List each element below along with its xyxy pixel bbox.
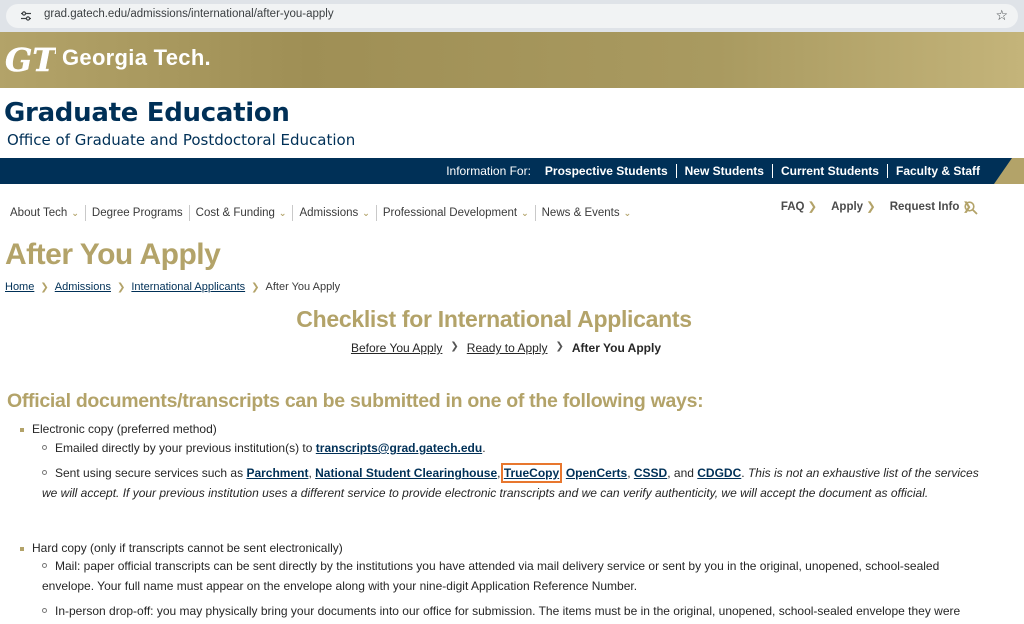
dropoff-text: In-person drop-off: you may physically b… <box>55 604 961 618</box>
util-label: FAQ <box>780 201 805 213</box>
nav-item-degree-programs[interactable]: Degree Programs <box>84 205 189 221</box>
parchment-link[interactable]: Parchment <box>246 466 308 480</box>
services-prefix-text: Sent using secure services such as <box>55 466 247 480</box>
nav-item-professional-development[interactable]: Professional Development ⌄ <box>375 205 535 221</box>
checklist-title: Checklist for International Applicants <box>296 306 692 332</box>
georgia-tech-wordmark[interactable]: Georgia Tech. <box>62 45 211 71</box>
nav-label: About Tech <box>10 207 68 219</box>
utility-nav: FAQ ❯ Apply ❯ Request Info ❯ <box>767 199 972 213</box>
url-text[interactable]: grad.gatech.edu/admissions/international… <box>44 8 334 20</box>
audience-link-current-students[interactable]: Current Students <box>771 164 887 178</box>
checklist-step-ready-to-apply[interactable]: Ready to Apply <box>467 341 548 355</box>
util-label: Request Info <box>889 201 960 213</box>
list-item-electronic-copy: Electronic copy (preferred method) <box>20 422 217 436</box>
site-settings-icon[interactable] <box>20 10 32 22</box>
util-link-request-info[interactable]: Request Info ❯ <box>890 199 972 213</box>
chevron-right-icon: ❯ <box>807 201 818 213</box>
audience-link-prospective-students[interactable]: Prospective Students <box>545 164 676 178</box>
site-subtitle: Office of Graduate and Postdoctoral Educ… <box>7 131 356 149</box>
breadcrumb-separator-icon: ❯ <box>40 281 49 293</box>
checklist-step-after-you-apply: After You Apply <box>571 341 662 355</box>
breadcrumb-separator-icon: ❯ <box>251 281 260 293</box>
information-for-label: Information For: <box>446 164 531 178</box>
address-bar[interactable]: grad.gatech.edu/admissions/international… <box>6 4 1018 28</box>
gt-banner: GT Georgia Tech. <box>0 32 1024 88</box>
cdgdc-link[interactable]: CDGDC <box>697 466 741 480</box>
chevron-right-icon: ❯ <box>866 201 876 213</box>
search-icon[interactable] <box>964 201 978 215</box>
chevron-right-icon: ❯ <box>450 341 459 352</box>
list-item-hard-copy: Hard copy (only if transcripts cannot be… <box>20 541 343 555</box>
cssd-link[interactable]: CSSD <box>634 466 667 480</box>
list-item-label: Electronic copy (preferred method) <box>32 422 217 436</box>
nav-label: Degree Programs <box>91 207 183 219</box>
bookmark-star-icon[interactable]: ☆ <box>995 7 1008 24</box>
sub-item-mail: Mail: paper official transcripts can be … <box>42 557 992 596</box>
util-label: Apply <box>831 201 864 213</box>
national-student-clearinghouse-link[interactable]: National Student Clearinghouse <box>315 466 497 480</box>
nav-item-admissions[interactable]: Admissions ⌄ <box>292 205 375 221</box>
email-prefix-text: Emailed directly by your previous instit… <box>55 441 316 455</box>
audience-link-faculty-staff[interactable]: Faculty & Staff <box>886 164 988 178</box>
nav-item-news-events[interactable]: News & Events ⌄ <box>534 205 638 221</box>
page-title: After You Apply <box>5 238 221 271</box>
chevron-down-icon: ⌄ <box>278 208 287 218</box>
gt-logo-icon[interactable]: GT <box>4 43 56 77</box>
breadcrumb: Home ❯ Admissions ❯ International Applic… <box>5 281 340 293</box>
sub-item-secure-services: Sent using secure services such as Parch… <box>42 463 979 500</box>
breadcrumb-international-applicants[interactable]: International Applicants <box>131 281 245 293</box>
bullet-icon <box>20 546 24 551</box>
breadcrumb-separator-icon: ❯ <box>116 281 126 293</box>
util-link-faq[interactable]: FAQ ❯ <box>781 199 817 213</box>
breadcrumb-current: After You Apply <box>265 281 341 293</box>
site-title[interactable]: Graduate Education <box>4 98 290 128</box>
nav-item-about-tech[interactable]: About Tech ⌄ <box>4 205 85 221</box>
browser-toolbar: grad.gatech.edu/admissions/international… <box>0 0 1024 32</box>
circle-bullet-icon <box>42 470 47 476</box>
chevron-down-icon: ⌄ <box>623 208 632 218</box>
circle-bullet-icon <box>42 563 47 569</box>
services-and-text: and <box>673 466 694 480</box>
nav-label: News & Events <box>541 207 620 219</box>
truecopy-link[interactable]: TrueCopy <box>500 463 563 483</box>
sub-item-dropoff: In-person drop-off: you may physically b… <box>42 602 992 622</box>
bullet-icon <box>20 427 24 432</box>
nav-item-cost-funding[interactable]: Cost & Funding ⌄ <box>188 205 293 221</box>
sub-item-emailed: Emailed directly by your previous instit… <box>42 439 992 459</box>
mail-text: Mail: paper official transcripts can be … <box>42 559 940 593</box>
email-suffix-text: . <box>482 441 486 455</box>
audience-link-new-students[interactable]: New Students <box>675 164 772 178</box>
nav-label: Professional Development <box>382 207 518 219</box>
chevron-right-icon: ❯ <box>555 341 564 352</box>
list-item-label: Hard copy (only if transcripts cannot be… <box>32 541 343 555</box>
nav-label: Admissions <box>299 207 359 219</box>
opencerts-link[interactable]: OpenCerts <box>566 466 627 480</box>
audience-links: Information For: Prospective Students Ne… <box>446 158 988 184</box>
checklist-steps: Before You Apply ❯ Ready to Apply ❯ Afte… <box>0 341 1012 355</box>
breadcrumb-home[interactable]: Home <box>5 281 34 293</box>
breadcrumb-admissions[interactable]: Admissions <box>55 281 111 293</box>
chevron-down-icon: ⌄ <box>362 208 370 218</box>
svg-text:GT: GT <box>5 43 56 77</box>
circle-bullet-icon <box>42 608 47 614</box>
official-documents-heading: Official documents/transcripts can be su… <box>7 390 704 412</box>
main-nav: About Tech ⌄ Degree Programs Cost & Fundi… <box>4 205 637 221</box>
transcripts-email-link[interactable]: transcripts@grad.gatech.edu <box>316 441 482 455</box>
util-link-apply[interactable]: Apply ❯ <box>831 199 876 213</box>
circle-bullet-icon <box>42 445 47 451</box>
chevron-down-icon: ⌄ <box>521 208 529 218</box>
nav-label: Cost & Funding <box>195 207 275 219</box>
chevron-down-icon: ⌄ <box>71 208 79 218</box>
checklist-step-before-you-apply[interactable]: Before You Apply <box>351 341 442 355</box>
